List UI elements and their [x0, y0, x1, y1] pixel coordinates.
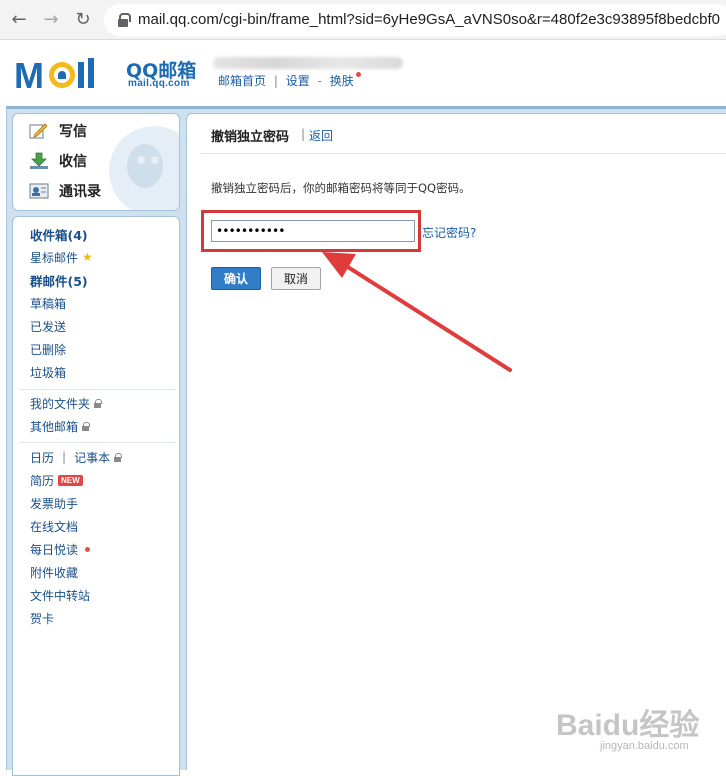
- red-arrow-icon: [322, 252, 512, 372]
- baidu-watermark: Baidu经验: [556, 709, 700, 742]
- baidu-watermark-url: jingyan.baidu.com: [600, 740, 689, 752]
